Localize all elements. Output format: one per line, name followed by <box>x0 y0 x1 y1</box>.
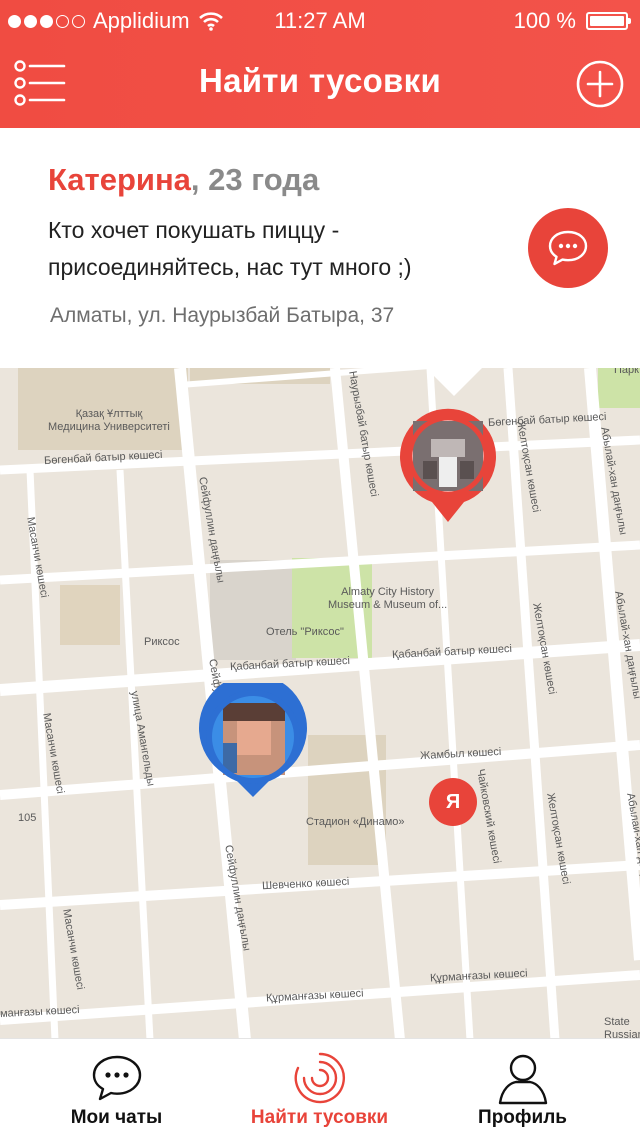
event-card[interactable]: Катерина, 23 года Кто хочет покушать пиц… <box>0 128 640 368</box>
map-label-park: Парк <box>614 368 639 376</box>
map-label-105: 105 <box>18 812 37 824</box>
user-pin-red[interactable] <box>398 406 498 524</box>
card-pointer <box>426 368 482 396</box>
user-icon <box>498 1054 547 1105</box>
map-view[interactable]: Қазақ Ұлттық Медицина Университеті Бөген… <box>0 368 640 1038</box>
page-title: Найти тусовки <box>198 62 442 99</box>
map-label-museum: Almaty City History Museum & Museum of..… <box>328 586 448 611</box>
author-name: Катерина <box>48 162 191 197</box>
app-header: Applidium 11:27 AM 100 % Найти тусовки <box>0 0 640 128</box>
map-streets <box>0 368 640 1038</box>
event-address: Алматы, ул. Наурызбай Батыра, 37 <box>50 304 395 327</box>
chat-bubble-icon <box>92 1055 141 1101</box>
author-age: , 23 года <box>190 162 320 197</box>
tab-find-parties[interactable]: Найти тусовки <box>213 1039 426 1137</box>
event-message: Кто хочет покушать пиццу - присоединяйте… <box>48 217 412 280</box>
map-label-state: State Russian Dr <box>604 1016 640 1038</box>
tab-label: Найти тусовки <box>250 1107 389 1128</box>
battery-icon <box>586 12 631 30</box>
open-chat-button[interactable] <box>528 208 608 288</box>
user-pin-blue[interactable] <box>197 683 309 799</box>
status-bar: Applidium 11:27 AM 100 % <box>0 0 640 40</box>
map-label-hotel-rixos: Отель "Риксос" <box>266 626 344 638</box>
tab-bar: Мои чаты Найти тусовки Профиль <box>0 1038 640 1137</box>
status-right: 100 % <box>513 8 631 34</box>
tab-label: Профиль <box>478 1107 567 1128</box>
tab-my-chats[interactable]: Мои чаты <box>10 1039 223 1137</box>
map-label-university: Қазақ Ұлттық Медицина Университеті <box>48 408 170 433</box>
tab-profile[interactable]: Профиль <box>416 1039 629 1137</box>
my-location-marker[interactable]: Я <box>429 778 477 826</box>
battery-percent: 100 % <box>513 8 576 33</box>
radar-icon <box>294 1052 345 1104</box>
map-label-stadium: Стадион «Динамо» <box>306 816 405 828</box>
chat-bubble-icon <box>548 230 588 266</box>
map-label-rixos: Риксос <box>144 636 180 648</box>
plus-circle-icon[interactable] <box>576 60 624 108</box>
event-author: Катерина, 23 года <box>48 162 319 198</box>
tab-label: Мои чаты <box>70 1107 163 1128</box>
